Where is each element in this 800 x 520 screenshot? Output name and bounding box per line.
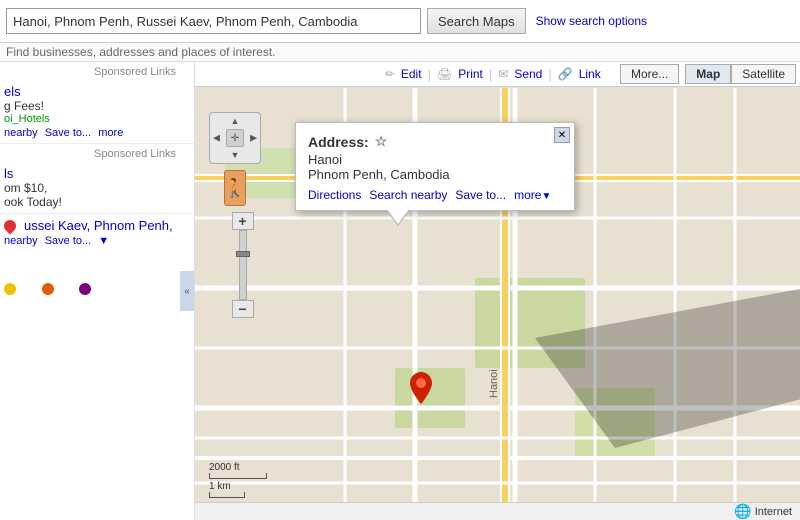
popup-actions: Directions Search nearby Save to... more…: [308, 188, 562, 202]
sponsored-label-2: Sponsored Links: [0, 144, 194, 162]
dot-purple: [79, 283, 91, 295]
nav-left-icon[interactable]: ◀: [213, 133, 220, 144]
link-link[interactable]: Link: [579, 67, 601, 81]
ad1-actions: nearby Save to... more: [4, 127, 176, 139]
print-icon: 🖨: [437, 67, 452, 81]
popup-search-nearby-link[interactable]: Search nearby: [369, 188, 447, 202]
satellite-view-button[interactable]: Satellite: [731, 64, 796, 84]
main-layout: « Sponsored Links els g Fees! oi_Hotels …: [0, 62, 800, 520]
popup-title: Address: ☆: [308, 133, 562, 150]
send-link[interactable]: Send: [514, 67, 542, 81]
top-bar: Search Maps Show search options: [0, 0, 800, 43]
more-button[interactable]: More...: [620, 64, 679, 84]
collapse-sidebar-button[interactable]: «: [180, 271, 194, 311]
ad-block-2: ls om $10, ook Today!: [0, 162, 194, 214]
sep2: |: [489, 67, 492, 82]
print-link[interactable]: Print: [458, 67, 483, 81]
map-area[interactable]: ✏ Edit | 🖨 Print | ✉ Send | 🔗 Link More.…: [195, 62, 800, 520]
show-options-link[interactable]: Show search options: [536, 14, 647, 28]
edit-icon: ✏: [385, 67, 395, 81]
nav-pad[interactable]: ▲ ▼ ◀ ▶ ✛: [209, 112, 261, 164]
ie-status-bar: 🌐 Internet: [195, 502, 800, 520]
ad2-title[interactable]: ls: [4, 166, 176, 181]
star-icon[interactable]: ☆: [375, 133, 388, 150]
zoom-out-button[interactable]: −: [232, 300, 254, 318]
zoom-track[interactable]: [239, 230, 247, 300]
scale-ft-line: [209, 473, 267, 479]
map-pin[interactable]: [410, 372, 432, 407]
ad1-more-link[interactable]: more: [98, 127, 123, 139]
result-actions: nearby Save to... ▼: [4, 235, 176, 247]
zoom-in-button[interactable]: +: [232, 212, 254, 230]
dot-yellow: [4, 283, 16, 295]
ie-status-text: Internet: [755, 506, 792, 518]
link-icon: 🔗: [558, 67, 573, 81]
scale-bar: 2000 ft 1 km: [209, 462, 267, 498]
popup-line1: Hanoi: [308, 152, 562, 167]
info-popup: ✕ Address: ☆ Hanoi Phnom Penh, Cambodia …: [295, 122, 575, 211]
map-view-buttons: Map Satellite: [685, 64, 796, 84]
search-button[interactable]: Search Maps: [427, 8, 526, 34]
dot-orange: [42, 283, 54, 295]
search-input[interactable]: [6, 8, 421, 34]
popup-address: Hanoi Phnom Penh, Cambodia: [308, 152, 562, 182]
zoom-thumb[interactable]: [236, 251, 250, 257]
result-nearby-link[interactable]: nearby: [4, 235, 38, 247]
result-pin-icon: [2, 217, 19, 234]
result-title[interactable]: ussei Kaev, Phnom Penh,: [24, 218, 173, 233]
result-block: ussei Kaev, Phnom Penh, nearby Save to..…: [0, 214, 194, 251]
scale-km-line: [209, 492, 245, 498]
edit-link[interactable]: Edit: [401, 67, 422, 81]
ad-block-1: els g Fees! oi_Hotels nearby Save to... …: [0, 80, 194, 144]
ad1-text: g Fees!: [4, 99, 176, 113]
result-more-link[interactable]: ▼: [98, 235, 109, 247]
ad1-save-link[interactable]: Save to...: [45, 127, 91, 139]
navigation-controls: ▲ ▼ ◀ ▶ ✛ 🚶 + −: [209, 112, 261, 318]
ad1-link[interactable]: oi_Hotels: [4, 113, 176, 125]
map-view-button[interactable]: Map: [685, 64, 731, 84]
street-view-icon[interactable]: 🚶: [224, 170, 246, 206]
popup-more-link[interactable]: more▼: [514, 188, 551, 202]
scale-ft-label: 2000 ft: [209, 462, 267, 473]
result-save-link[interactable]: Save to...: [45, 235, 91, 247]
popup-line2: Phnom Penh, Cambodia: [308, 167, 562, 182]
sidebar: « Sponsored Links els g Fees! oi_Hotels …: [0, 62, 195, 520]
ad1-title[interactable]: els: [4, 84, 176, 99]
sub-bar: Find businesses, addresses and places of…: [0, 43, 800, 62]
sponsored-label-1: Sponsored Links: [0, 62, 194, 80]
map-toolbar: ✏ Edit | 🖨 Print | ✉ Send | 🔗 Link More.…: [195, 62, 800, 87]
sep3: |: [548, 67, 551, 82]
popup-save-link[interactable]: Save to...: [455, 188, 506, 202]
nav-right-icon[interactable]: ▶: [250, 133, 257, 144]
ad2-text1: om $10,: [4, 181, 176, 195]
zoom-bar: + −: [224, 212, 261, 318]
ad2-text2: ook Today!: [4, 195, 176, 209]
nav-up-icon[interactable]: ▲: [231, 116, 240, 126]
nav-center-icon[interactable]: ✛: [226, 129, 244, 147]
popup-close-button[interactable]: ✕: [554, 127, 570, 143]
popup-directions-link[interactable]: Directions: [308, 188, 361, 202]
send-icon: ✉: [498, 67, 508, 81]
nav-down-icon[interactable]: ▼: [231, 150, 240, 160]
globe-icon: 🌐: [734, 503, 751, 520]
ad1-nearby-link[interactable]: nearby: [4, 127, 38, 139]
sep1: |: [428, 67, 431, 82]
popup-callout-triangle-inner: [387, 209, 409, 224]
scale-km-label: 1 km: [209, 481, 267, 492]
svg-text:Hanoi: Hanoi: [488, 369, 500, 398]
